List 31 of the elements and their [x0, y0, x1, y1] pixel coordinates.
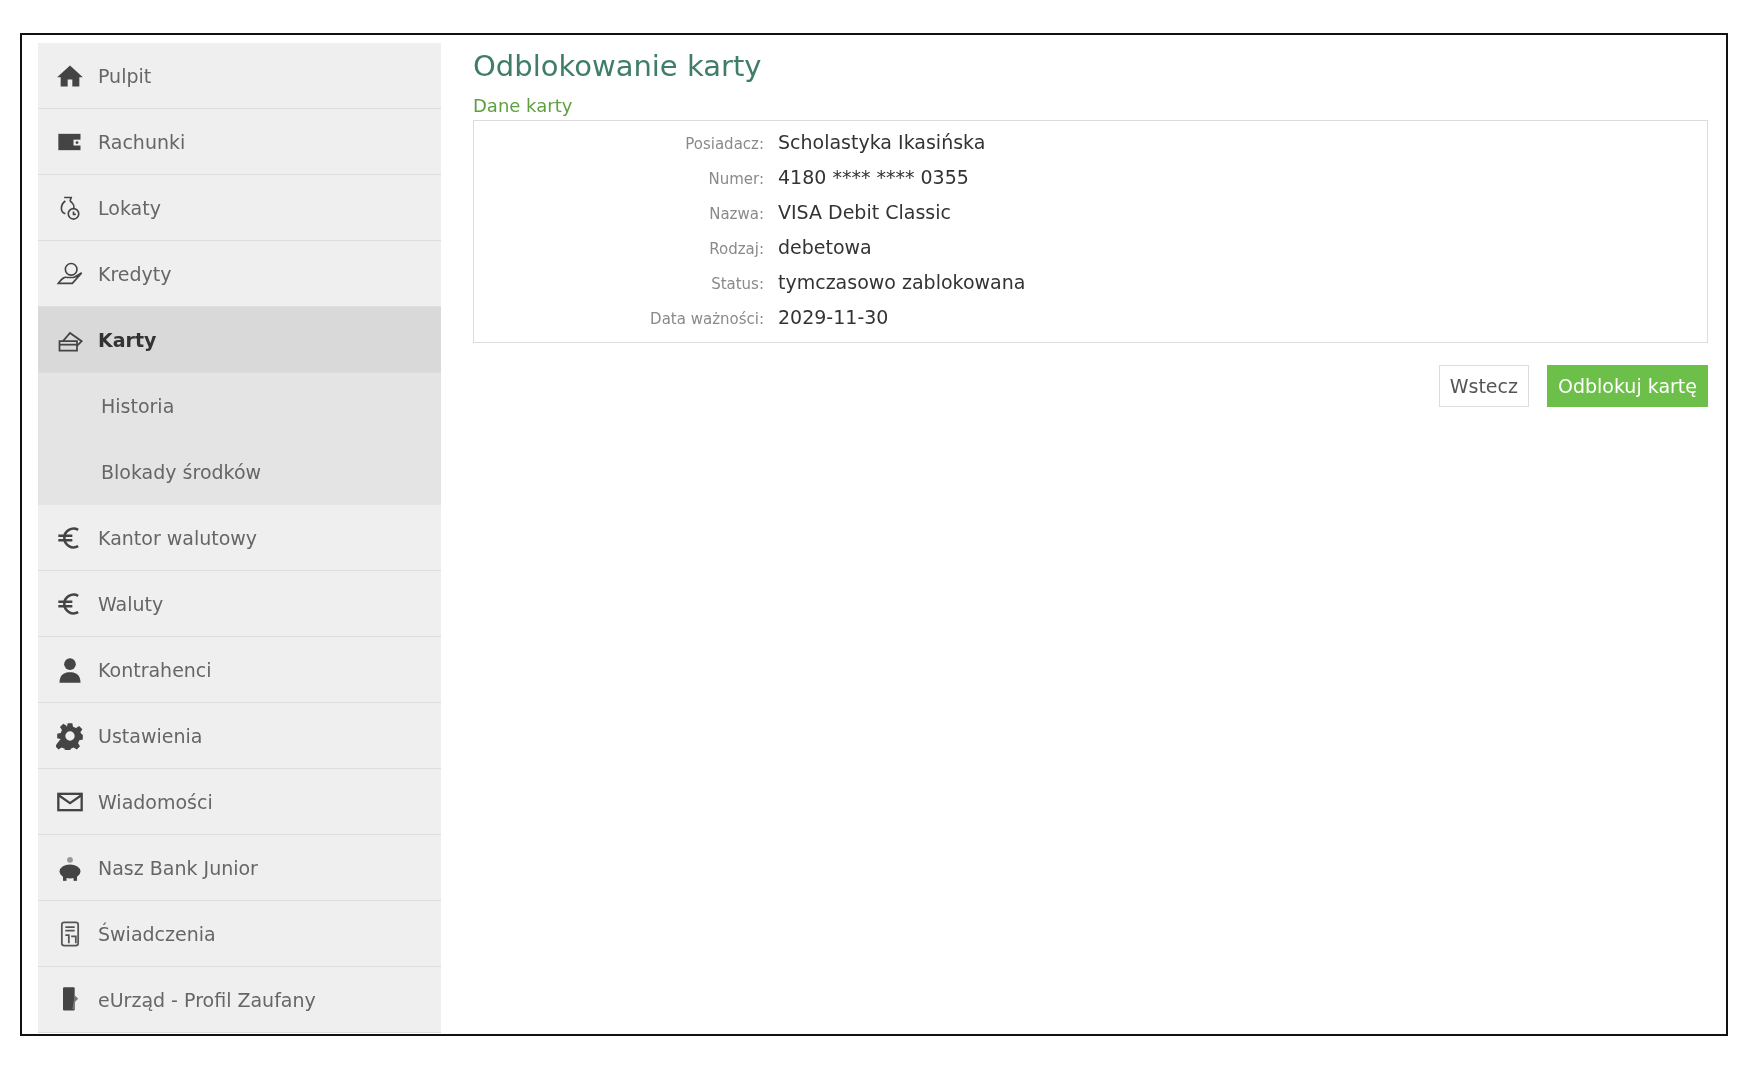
- field-label: Data ważności:: [649, 310, 764, 328]
- sidebar-item[interactable]: Lokaty: [38, 175, 441, 241]
- field-label: Posiadacz:: [684, 135, 764, 153]
- field-value: debetowa: [778, 236, 873, 258]
- sidebar-item[interactable]: Historia: [38, 373, 441, 439]
- sidebar-item[interactable]: Pulpit: [38, 43, 441, 109]
- field-value: Scholastyka Ikasińska: [778, 131, 987, 153]
- field-value: tymczasowo zablokowana: [778, 271, 1027, 293]
- sidebar-item[interactable]: Kantor walutowy: [38, 505, 441, 571]
- sidebar-item[interactable]: Waluty: [38, 571, 441, 637]
- sidebar-item[interactable]: Kredyty: [38, 241, 441, 307]
- sidebar-item[interactable]: eUrząd - Profil Zaufany: [38, 967, 441, 1033]
- sidebar-item[interactable]: Nasz Bank Junior: [38, 835, 441, 901]
- field-label: Rodzaj:: [708, 240, 764, 258]
- sidebar-item[interactable]: Ustawienia: [38, 703, 441, 769]
- field-label: Nazwa:: [708, 205, 764, 223]
- field-value: 2029-11-30: [778, 306, 890, 328]
- settings-icon: [56, 721, 84, 750]
- back-button[interactable]: Wstecz: [1438, 365, 1529, 407]
- sidebar-item[interactable]: Karty: [38, 307, 441, 373]
- sidebar-item[interactable]: Świadczenia: [38, 901, 441, 967]
- sidebar-item[interactable]: Blokady środków: [38, 439, 441, 505]
- sidebar-item[interactable]: Kontrahenci: [38, 637, 441, 703]
- field-value: 4180 **** **** 0355: [778, 166, 970, 188]
- sidebar-item[interactable]: Rachunki: [38, 109, 441, 175]
- section-title: Dane karty: [473, 95, 574, 116]
- field-label: Numer:: [707, 170, 764, 188]
- page-title: Odblokowanie karty: [473, 49, 763, 83]
- sidebar-item[interactable]: Wiadomości: [38, 769, 441, 835]
- field-value: VISA Debit Classic: [778, 201, 952, 223]
- field-label: Status:: [710, 275, 764, 293]
